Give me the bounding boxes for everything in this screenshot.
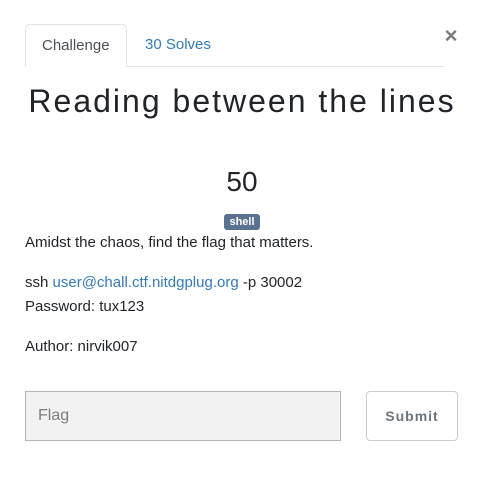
tab-challenge[interactable]: Challenge	[25, 24, 127, 67]
tab-solves[interactable]: 30 Solves	[129, 24, 227, 65]
challenge-points: 50	[226, 166, 258, 197]
challenge-title: Reading between the lines	[28, 83, 456, 119]
ssh-line: ssh user@chall.ctf.nitdgplug.org -p 3000…	[25, 271, 465, 295]
author-line: Author: nirvik007	[25, 338, 138, 355]
ssh-link[interactable]: user@chall.ctf.nitdgplug.org	[53, 274, 239, 291]
flag-input[interactable]	[25, 391, 341, 441]
close-icon[interactable]: ×	[443, 24, 459, 48]
ssh-prefix: ssh	[25, 274, 53, 291]
ssh-port: -p 30002	[238, 274, 303, 291]
password-line: Password: tux123	[25, 298, 145, 315]
category-badge: shell	[224, 214, 260, 230]
category-badge-wrap: shell	[0, 212, 484, 230]
challenge-tabs: Challenge 30 Solves	[25, 24, 444, 67]
submit-button[interactable]: Submit	[366, 391, 458, 441]
challenge-description: Amidst the chaos, find the flag that mat…	[25, 234, 314, 251]
